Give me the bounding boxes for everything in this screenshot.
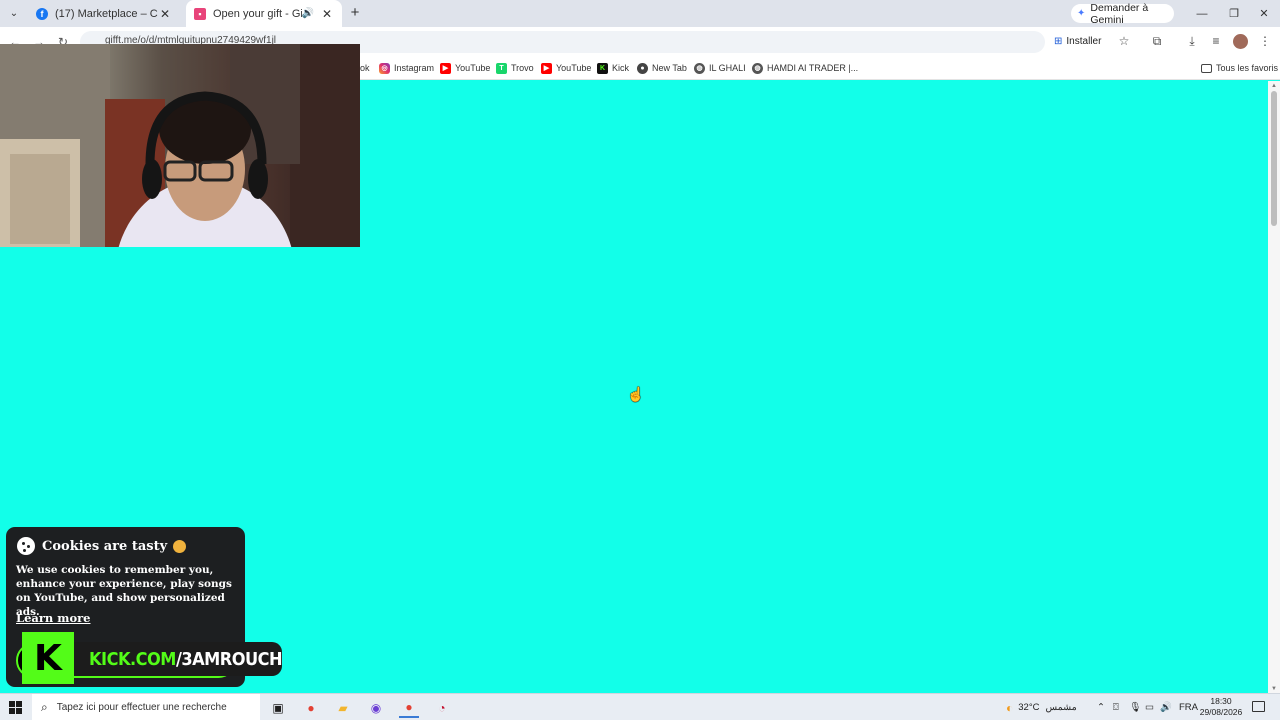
- kick-logo-letter: K: [34, 637, 62, 679]
- learn-more-link[interactable]: Learn more: [16, 611, 91, 625]
- bookmark-youtube[interactable]: ▶ YouTube: [440, 61, 490, 75]
- bookmark-label: Instagram: [394, 63, 435, 73]
- close-window-button[interactable]: ✕: [1248, 0, 1280, 27]
- file-explorer-icon[interactable]: ▰: [333, 698, 353, 718]
- recording-app-icon[interactable]: ◔: [432, 698, 452, 718]
- kick-channel-banner: KICK.COM /3AMROUCH K: [16, 632, 283, 688]
- kick-channel-label: KICK.COM /3AMROUCH: [74, 642, 283, 676]
- kick-site-text: KICK.COM: [89, 648, 176, 670]
- media-control-icon[interactable]: ≡: [1208, 33, 1224, 49]
- tab-marketplace[interactable]: f (17) Marketplace – Chien a vend ✕: [28, 0, 180, 27]
- tab-close-button[interactable]: ✕: [320, 7, 334, 21]
- scroll-down-arrow-icon[interactable]: ▼: [1270, 686, 1278, 692]
- bookmark-kick[interactable]: K Kick: [597, 61, 629, 75]
- tab-title: Open your gift - Gifft.me: [213, 7, 302, 20]
- all-bookmarks-folder[interactable]: Tous les favoris: [1201, 61, 1278, 75]
- microphone-icon[interactable]: 🎙: [1129, 699, 1141, 716]
- bookmark-youtube-2[interactable]: ▶ YouTube: [541, 61, 591, 75]
- scroll-up-arrow-icon[interactable]: ▲: [1270, 83, 1278, 89]
- hand-cursor-icon: ☝: [627, 386, 645, 402]
- notification-icon[interactable]: [1252, 701, 1265, 712]
- globe-icon: ◍: [694, 62, 705, 74]
- chrome-taskbar-icon[interactable]: ●: [301, 698, 321, 718]
- weather-temp: 32°C: [1018, 702, 1040, 713]
- bookmark-il-ghali[interactable]: ◍ IL GHALI: [694, 61, 746, 75]
- network-icon[interactable]: ▭: [1145, 699, 1154, 716]
- new-tab-button[interactable]: +: [346, 4, 364, 22]
- tab-close-button[interactable]: ✕: [158, 7, 172, 21]
- weather-label: مشمس: [1045, 702, 1077, 713]
- bookmark-item[interactable]: ok: [360, 61, 370, 75]
- trovo-icon: T: [496, 62, 507, 74]
- clock-date: 29/08/2026: [1199, 707, 1243, 717]
- cookie-title: Cookies are tasty: [42, 538, 168, 554]
- install-icon: ⊞: [1054, 35, 1063, 47]
- gift-icon: ▪: [194, 7, 206, 20]
- bookmark-label: YouTube: [556, 63, 592, 73]
- kick-logo: K: [22, 632, 74, 684]
- globe-icon: ◍: [752, 62, 763, 74]
- page-scrollbar[interactable]: ▲ ▼: [1268, 81, 1280, 693]
- chrome-icon: ●: [637, 62, 648, 74]
- facebook-icon: f: [36, 7, 48, 20]
- hidden-icons-chevron-icon[interactable]: ⌃: [1097, 699, 1105, 716]
- kick-channel-text: /3AMROUCH: [175, 648, 283, 670]
- extensions-icon[interactable]: ⧉: [1149, 33, 1165, 49]
- tab-title: (17) Marketplace – Chien a vend: [55, 7, 158, 20]
- weather-widget[interactable]: ◐ 32°C مشمس: [1006, 699, 1077, 716]
- instagram-icon: ◎: [379, 62, 390, 74]
- bookmark-label: New Tab: [652, 63, 687, 73]
- language-indicator[interactable]: FRA: [1179, 699, 1198, 716]
- task-view-icon[interactable]: ▣: [268, 698, 288, 718]
- bookmark-label: IL GHALI: [709, 63, 746, 73]
- camera-icon[interactable]: ⌼: [1113, 699, 1119, 716]
- gemini-button[interactable]: ✦ Demander à Gemini: [1071, 1, 1174, 26]
- youtube-icon: ▶: [541, 62, 552, 74]
- minimize-button[interactable]: —: [1186, 0, 1218, 27]
- menu-icon[interactable]: ⋮: [1257, 33, 1273, 49]
- youtube-icon: ▶: [440, 62, 451, 74]
- cookie-emoji-icon: [173, 539, 187, 553]
- scrollbar-thumb[interactable]: [1271, 91, 1277, 226]
- bookmark-label: Trovo: [511, 63, 534, 73]
- profile-avatar[interactable]: [1233, 34, 1248, 49]
- tab-gifft[interactable]: ▪ Open your gift - Gifft.me 🔊 ✕: [186, 0, 342, 27]
- bookmark-label: YouTube: [455, 63, 491, 73]
- windows-start-icon[interactable]: [9, 701, 22, 714]
- streamer-video-frame: [0, 44, 360, 247]
- chrome-active-icon[interactable]: ●: [399, 698, 419, 718]
- gemini-label: Demander à Gemini: [1090, 1, 1149, 26]
- bookmark-hamdi[interactable]: ◍ HAMDI AI TRADER |...: [752, 61, 858, 75]
- bookmark-label: Tous les favoris: [1216, 63, 1279, 73]
- bookmark-label: Kick: [612, 63, 630, 73]
- folder-icon: [1201, 63, 1212, 73]
- webcam-overlay: [0, 44, 360, 247]
- restore-button[interactable]: ❐: [1218, 0, 1250, 27]
- cookie-icon: [17, 537, 35, 555]
- bookmark-label: ok: [360, 63, 370, 73]
- kick-icon: K: [597, 62, 608, 74]
- sun-icon: ◐: [1006, 700, 1014, 715]
- cookie-header: Cookies are tasty: [17, 537, 187, 555]
- install-label: Installer: [1066, 35, 1102, 47]
- sparkle-icon: ✦: [1077, 8, 1086, 19]
- bookmark-trovo[interactable]: T Trovo: [496, 61, 534, 75]
- tab-strip: ⌄ f (17) Marketplace – Chien a vend ✕ ▪ …: [0, 0, 1280, 27]
- search-placeholder: Tapez ici pour effectuer une recherche: [56, 702, 227, 713]
- clock-time: 18:30: [1210, 696, 1232, 706]
- streaming-app-icon[interactable]: ◉: [366, 698, 386, 718]
- install-button[interactable]: ⊞ Installer: [1054, 31, 1101, 51]
- system-clock[interactable]: 18:30 29/08/2026: [1198, 696, 1244, 718]
- bookmark-new-tab[interactable]: ● New Tab: [637, 61, 687, 75]
- volume-icon[interactable]: 🔊: [1160, 699, 1172, 716]
- windows-taskbar: ⌕ Tapez ici pour effectuer une recherche…: [0, 693, 1280, 720]
- tab-search-button[interactable]: ⌄: [4, 4, 24, 23]
- bookmark-instagram[interactable]: ◎ Instagram: [379, 61, 434, 75]
- speaker-icon[interactable]: 🔊: [302, 8, 314, 19]
- taskbar-search[interactable]: ⌕ Tapez ici pour effectuer une recherche: [32, 694, 260, 720]
- download-icon[interactable]: ⤓: [1184, 33, 1200, 49]
- bookmark-label: HAMDI AI TRADER |...: [767, 63, 859, 73]
- search-icon: ⌕: [41, 700, 48, 714]
- star-icon[interactable]: ☆: [1116, 33, 1132, 49]
